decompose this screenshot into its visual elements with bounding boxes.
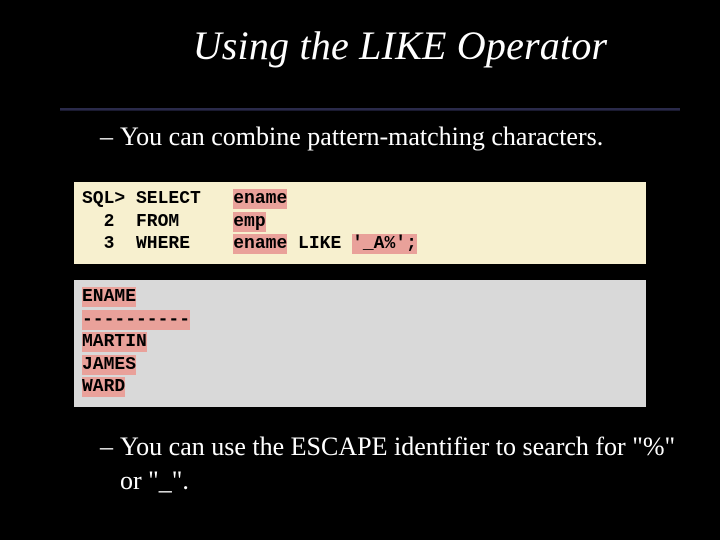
result-row: MARTIN xyxy=(82,332,147,352)
bullet-text: You can combine pattern-matching charact… xyxy=(120,120,680,154)
sql-line-1: SQL> SELECT ename xyxy=(82,189,287,209)
result-row: WARD xyxy=(82,377,125,397)
sql-highlight-pattern: '_A%'; xyxy=(352,234,417,254)
result-block: ENAME ---------- MARTIN JAMES WARD xyxy=(74,280,646,407)
bullet-dash-icon: – xyxy=(100,120,120,154)
sql-line-3: 3 WHERE ename LIKE '_A%'; xyxy=(82,234,417,254)
result-row: JAMES xyxy=(82,355,136,375)
bullet-item: – You can combine pattern-matching chara… xyxy=(100,120,680,154)
bullet-group-2: – You can use the ESCAPE identifier to s… xyxy=(100,430,680,498)
slide-title: Using the LIKE Operator xyxy=(0,0,720,69)
bullet-item: – You can use the ESCAPE identifier to s… xyxy=(100,430,680,498)
bullet-group-1: – You can combine pattern-matching chara… xyxy=(100,120,680,154)
sql-line-2: 2 FROM emp xyxy=(82,212,266,232)
sql-highlight-column: ename xyxy=(233,234,287,254)
sql-highlight-table: emp xyxy=(233,212,265,232)
sql-highlight-column: ename xyxy=(233,189,287,209)
bullet-dash-icon: – xyxy=(100,430,120,464)
sql-prompt: 3 WHERE xyxy=(82,234,233,254)
sql-keyword-like: LIKE xyxy=(287,234,352,254)
slide: Using the LIKE Operator – You can combin… xyxy=(0,0,720,540)
result-header: ENAME xyxy=(82,287,136,307)
bullet-text: You can use the ESCAPE identifier to sea… xyxy=(120,430,680,498)
sql-prompt: SQL> SELECT xyxy=(82,189,233,209)
result-separator: ---------- xyxy=(82,310,190,330)
divider-shadow xyxy=(60,110,680,111)
sql-code-block: SQL> SELECT ename 2 FROM emp 3 WHERE ena… xyxy=(74,182,646,264)
sql-prompt: 2 FROM xyxy=(82,212,233,232)
